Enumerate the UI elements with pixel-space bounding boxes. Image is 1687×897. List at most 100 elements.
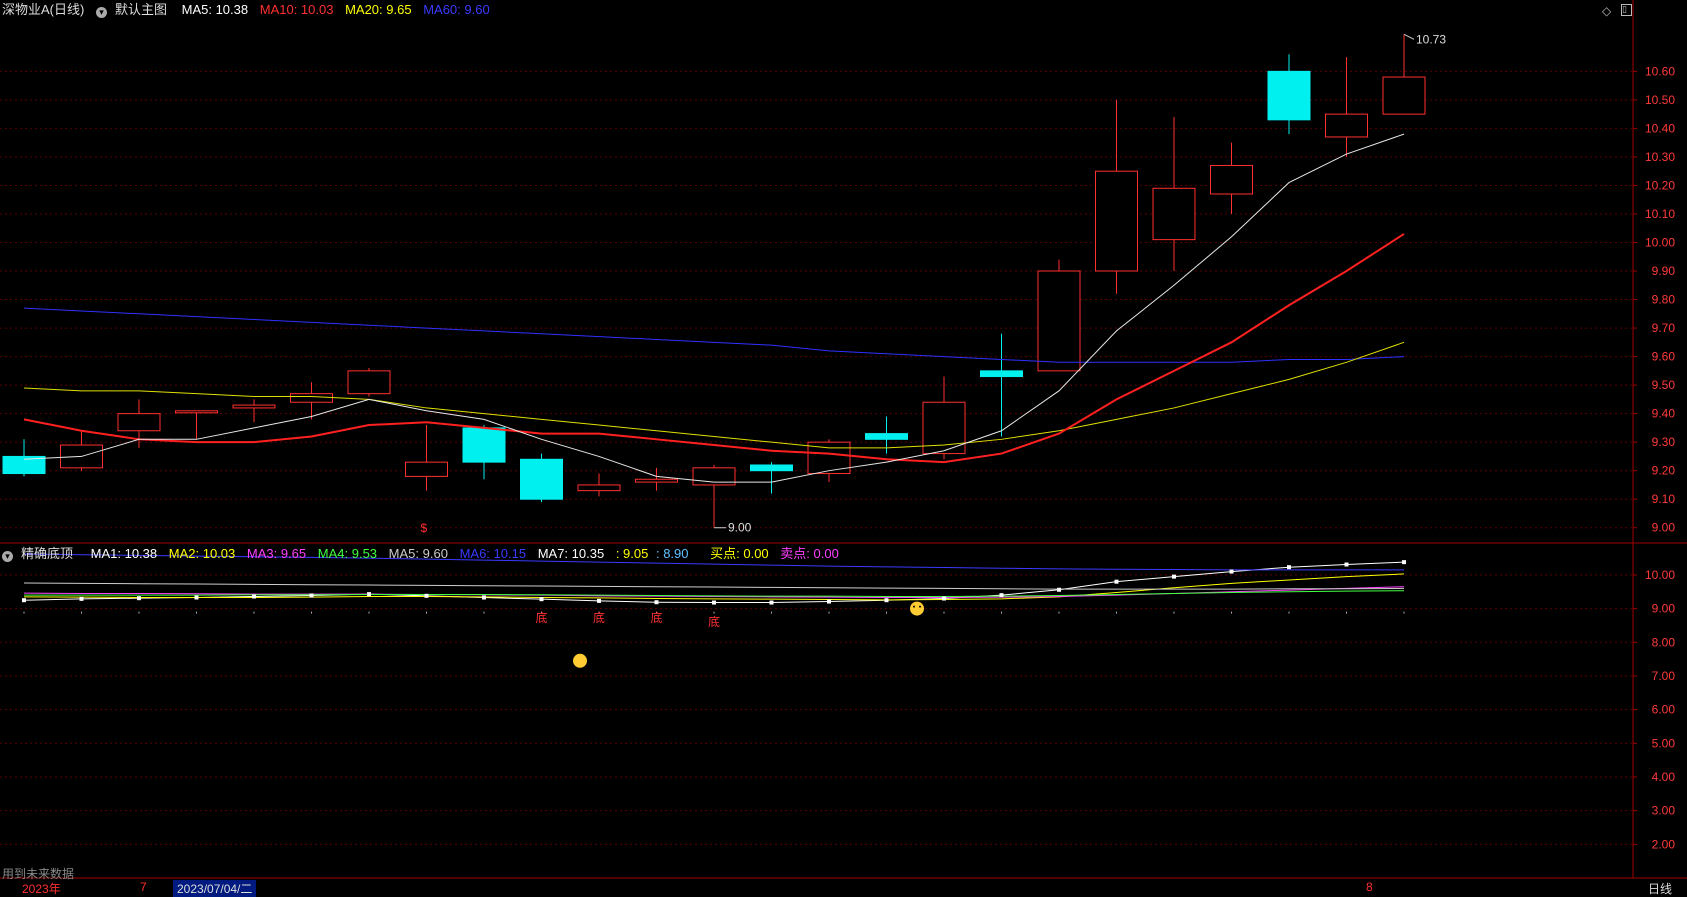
sub-dot-marker (252, 594, 256, 599)
sub-dot-marker (137, 596, 141, 601)
candle-body (635, 478, 678, 483)
sub-ma5: MA5: 9.60 (388, 546, 448, 561)
axis-month-8: 8 (1366, 880, 1373, 894)
period-label[interactable]: 日线 (1648, 880, 1672, 897)
candle-body (1267, 70, 1311, 121)
sub-dot-marker (1229, 569, 1234, 574)
candle-body (1325, 113, 1368, 138)
chevron-down-icon[interactable]: ▾ (95, 7, 107, 18)
sub-dot-marker (769, 600, 774, 605)
candle-body (520, 458, 563, 500)
sub-dot-marker (597, 598, 601, 603)
sad-face-icon (910, 601, 924, 616)
sub-ma3: MA3: 9.65 (246, 546, 307, 561)
sub-dot-marker (999, 593, 1004, 598)
main-y-tick-label: 9.20 (1652, 464, 1676, 478)
sub-dot-marker (1114, 579, 1119, 584)
bottom-signal-label: 底 (651, 610, 663, 625)
sub-y-tick-label: 10.00 (1645, 568, 1675, 582)
axis-cursor-date: 2023/07/04/二 (173, 880, 257, 897)
sub-dot-marker (654, 600, 659, 605)
candle-body (865, 433, 908, 440)
candle-body (117, 413, 161, 432)
main-y-tick-label: 9.10 (1652, 492, 1676, 506)
restore-window-icon[interactable]: ▯ (1621, 4, 1632, 16)
stock-title[interactable]: 深物业A(日线) (2, 2, 84, 17)
main-y-tick-label: 10.00 (1645, 235, 1675, 249)
candle-body (1210, 164, 1253, 195)
money-bag-icon (573, 653, 587, 668)
sub-y-tick-label: 5.00 (1652, 736, 1676, 750)
sub-dot-marker (482, 595, 486, 600)
sub-y-tick-label: 8.00 (1652, 635, 1676, 649)
buy-point: 买点: 0.00 (710, 546, 769, 561)
candle-body (405, 461, 448, 477)
sub-dot-marker (1057, 587, 1061, 592)
sub-dot-marker (22, 598, 26, 603)
candle-body (347, 370, 391, 395)
candle-body (175, 410, 218, 414)
candle-body (1095, 170, 1138, 272)
sub-dot-marker (1287, 565, 1291, 570)
low-price-label: 9.00 (728, 521, 752, 535)
main-y-tick-label: 10.10 (1645, 207, 1675, 221)
sub-indicator-title[interactable]: 精确底顶 (21, 546, 73, 561)
sub-y-tick-label: 4.00 (1652, 770, 1676, 784)
sub-y-tick-label: 7.00 (1652, 669, 1676, 683)
sub-dot-marker (424, 593, 429, 598)
ma20-label: MA20: 9.65 (345, 2, 412, 17)
sub-dot-marker (712, 600, 716, 605)
sub-y-tick-label: 6.00 (1652, 703, 1676, 717)
sub-ma1: MA1: 10.38 (90, 546, 158, 561)
candle-body (462, 427, 506, 463)
sub-ma2: MA2: 10.03 (168, 546, 236, 561)
chart-canvas[interactable]: 10.60 10.50 10.40 10.30 10.20 10.10 10.00 9.90 9… (0, 0, 1687, 896)
sub-ma7: MA7: 10.35 (537, 546, 605, 561)
candle-body (980, 370, 1023, 378)
sub-dot-marker (1344, 562, 1349, 567)
sub-dot-marker (942, 596, 946, 601)
main-y-tick-label: 10.40 (1645, 121, 1675, 135)
sub-dot-marker (539, 597, 544, 602)
candle-body (577, 484, 621, 492)
main-y-tick-label: 9.40 (1652, 407, 1676, 421)
main-y-tick-label: 9.80 (1652, 293, 1676, 307)
sub-dot-marker (79, 596, 84, 601)
sell-point: 卖点: 0.00 (780, 546, 839, 561)
diamond-icon[interactable]: ◇ (1602, 4, 1611, 18)
candle-body (1037, 270, 1081, 372)
sub-y-tick-label: 3.00 (1652, 804, 1676, 818)
main-y-tick-label: 9.60 (1652, 350, 1676, 364)
main-y-tick-label: 9.30 (1652, 435, 1676, 449)
candle-body (232, 404, 276, 409)
candle-body (1152, 187, 1196, 241)
candle-body (1382, 76, 1426, 115)
bottom-signal-label: 底 (593, 610, 605, 625)
dollar-signal-marker: $ (421, 521, 428, 535)
sub-ma6: MA6: 10.15 (459, 546, 527, 561)
sub-y-tick-label: 2.00 (1652, 837, 1676, 851)
chevron-down-icon[interactable]: ▾ (2, 551, 13, 562)
bottom-signal-label: 底 (708, 614, 720, 629)
sub-dot-marker (884, 598, 889, 603)
sub-dot-marker (367, 592, 371, 597)
sub-ma4: MA4: 9.53 (317, 546, 378, 561)
sad-face-eye (919, 605, 921, 608)
high-price-label: 10.73 (1416, 32, 1446, 46)
ma10-label: MA10: 10.03 (259, 2, 334, 17)
axis-month-7: 7 (140, 880, 147, 894)
sub-dot-marker (309, 593, 314, 598)
main-y-tick-label: 9.50 (1652, 378, 1676, 392)
main-y-tick-label: 10.50 (1645, 93, 1675, 107)
main-y-tick-label: 9.90 (1652, 264, 1676, 278)
main-y-tick-label: 10.20 (1645, 178, 1675, 192)
sad-face-eye (913, 605, 915, 608)
bottom-signal-label: 底 (536, 610, 548, 625)
candle-body (290, 393, 333, 403)
main-indicator-select[interactable]: 默认主图 (115, 2, 167, 17)
main-y-tick-label: 10.30 (1645, 150, 1675, 164)
sub-dot-marker (1402, 560, 1406, 565)
sub-y-tick-label: 9.00 (1652, 602, 1676, 616)
axis-year: 2023年 (22, 882, 61, 896)
sub-dot-marker (827, 599, 831, 604)
